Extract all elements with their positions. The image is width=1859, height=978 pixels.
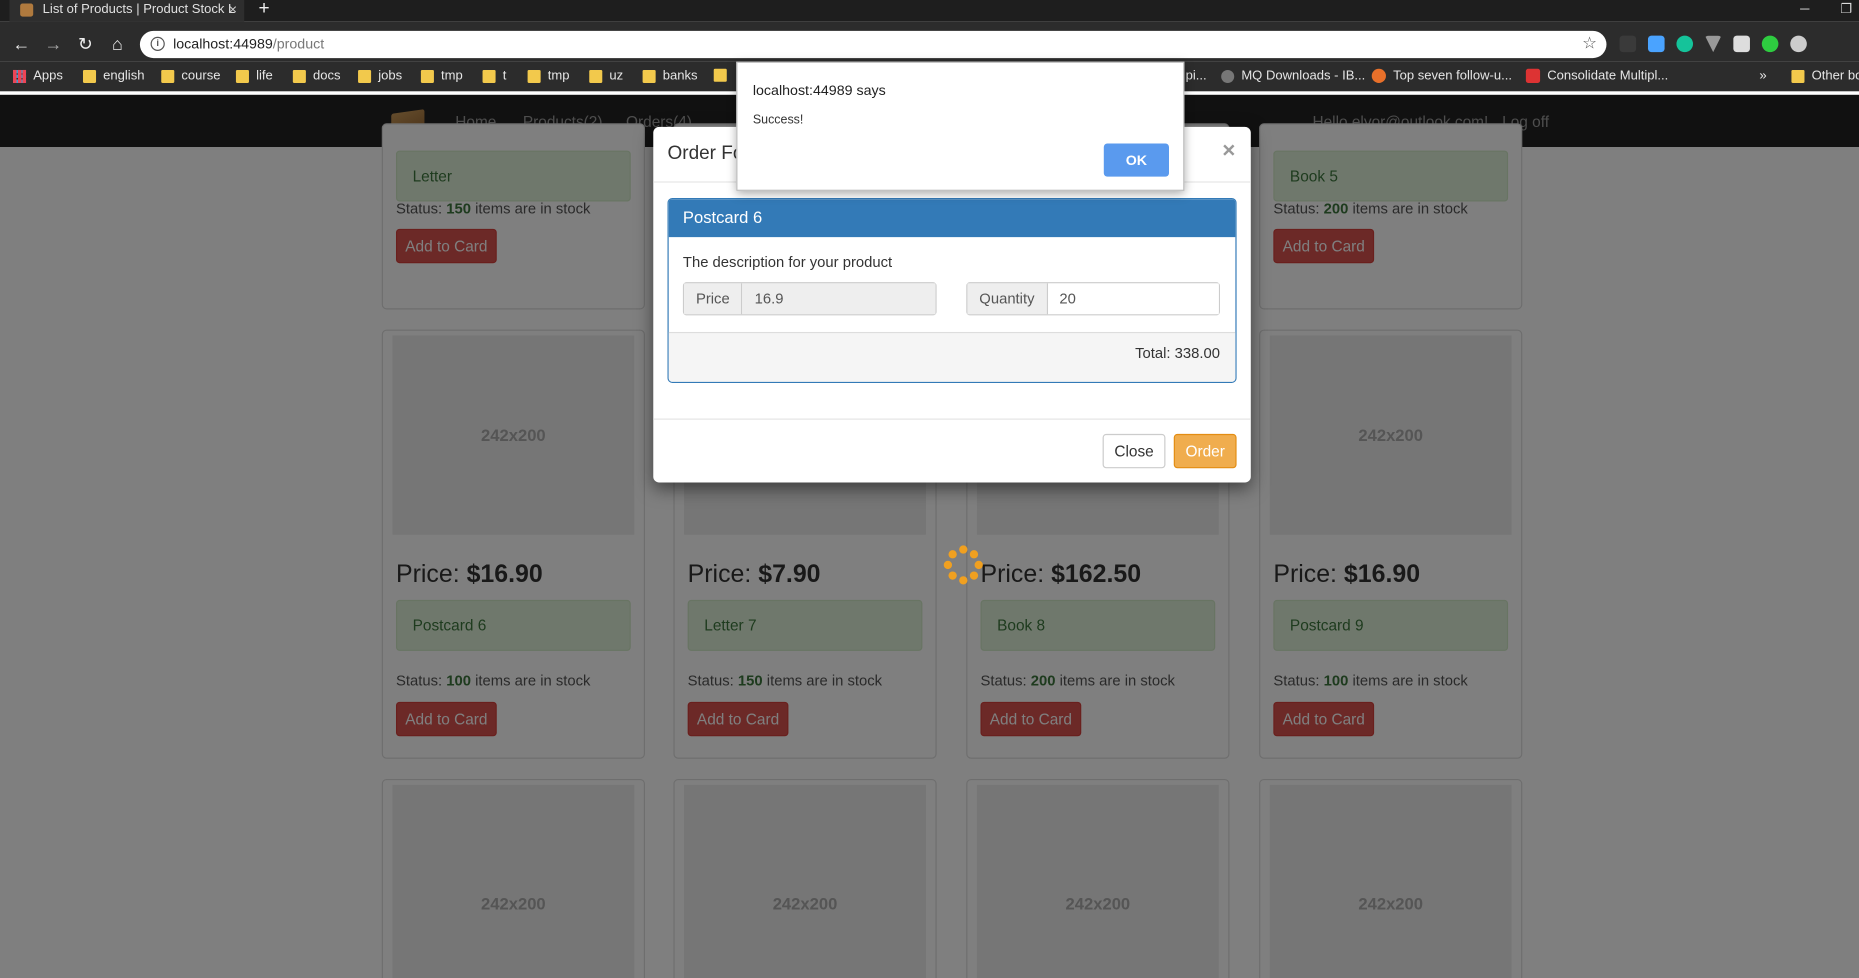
divider — [653, 418, 1251, 420]
bookmark-folder[interactable]: life — [235, 69, 273, 83]
product-panel: Postcard 6 The description for your prod… — [667, 197, 1237, 383]
window-controls: ─ ❐ — [1800, 0, 1859, 21]
bookmark-apps[interactable]: Apps — [13, 69, 63, 83]
folder-icon — [713, 68, 727, 82]
bookmark-folder[interactable]: t — [482, 69, 506, 83]
tab-title: List of Products | Product Stock L — [42, 2, 236, 17]
folder-icon — [161, 69, 175, 83]
other-bookmarks[interactable]: Other bo — [1791, 69, 1859, 83]
bookmark-folder[interactable]: uz — [589, 69, 623, 83]
alert-ok-button[interactable]: OK — [1103, 143, 1170, 177]
chat-extension-icon[interactable] — [1761, 35, 1779, 53]
folder-icon — [642, 69, 656, 83]
folder-icon — [358, 69, 372, 83]
alert-dialog: localhost:44989 says Success! OK — [736, 61, 1185, 191]
bookmark-folder[interactable]: banks — [642, 69, 698, 83]
bookmark-folder[interactable]: docs — [292, 69, 341, 83]
bookmark-folder[interactable]: english — [82, 69, 144, 83]
bookmark-folder[interactable]: course — [161, 69, 221, 83]
bookmark-folder[interactable]: jobs — [358, 69, 402, 83]
bookmark-folder[interactable]: tmp — [527, 69, 569, 83]
order-button[interactable]: Order — [1173, 433, 1237, 469]
bookmark-folder[interactable]: tmp — [420, 69, 463, 83]
minimize-icon[interactable]: ─ — [1800, 0, 1809, 21]
panel-title: Postcard 6 — [668, 199, 1236, 238]
page-icon — [1525, 68, 1541, 83]
bookmarks-overflow-icon[interactable]: » — [1759, 69, 1766, 83]
folder-icon — [420, 69, 434, 83]
folder-icon — [589, 69, 603, 83]
cloud-extension-icon[interactable] — [1647, 35, 1665, 53]
grammarly-icon[interactable] — [1676, 35, 1694, 53]
quantity-field[interactable]: 20 — [1047, 283, 1219, 315]
folder-icon — [82, 69, 97, 83]
price-label: Price — [684, 283, 743, 315]
s-icon — [1371, 68, 1386, 83]
close-button[interactable]: Close — [1102, 433, 1166, 469]
folder-icon — [292, 69, 306, 83]
url-path: /product — [272, 35, 325, 53]
react-devtools-icon[interactable] — [1790, 35, 1807, 53]
tab-close-icon[interactable]: × — [229, 0, 237, 20]
ibm-icon — [1221, 69, 1235, 83]
browser-tab[interactable]: List of Products | Product Stock L × — [9, 0, 245, 22]
extension-icon[interactable] — [1619, 35, 1637, 53]
bookmark-folder[interactable] — [713, 68, 727, 82]
folder-icon — [1791, 69, 1805, 83]
folder-icon — [527, 69, 541, 83]
folder-icon — [235, 69, 249, 83]
modal-title: Order Fo — [667, 143, 744, 164]
address-bar[interactable]: i localhost:44989/product ☆ — [139, 30, 1607, 59]
alert-origin: localhost:44989 says — [752, 81, 886, 99]
product-description: The description for your product — [682, 253, 893, 271]
new-tab-button[interactable]: + — [258, 0, 269, 20]
folder-icon — [482, 69, 496, 83]
quantity-label: Quantity — [967, 283, 1048, 315]
price-field: 16.9 — [742, 283, 936, 315]
bookmark-star-icon[interactable]: ☆ — [1582, 33, 1597, 53]
quantity-input-group: Quantity 20 — [966, 282, 1220, 316]
tab-strip — [0, 0, 1859, 22]
order-total: Total: 338.00 — [1135, 345, 1220, 362]
loading-spinner-icon — [943, 545, 984, 585]
bookmark-partial[interactable]: pi... — [1186, 69, 1207, 83]
restore-icon[interactable]: ❐ — [1840, 0, 1852, 21]
extension-icons — [1619, 35, 1807, 53]
jb-extension-icon[interactable] — [1733, 35, 1750, 53]
back-icon[interactable]: ← — [11, 34, 32, 55]
forward-icon[interactable]: → — [43, 34, 64, 55]
vue-devtools-icon[interactable] — [1704, 35, 1722, 53]
bookmark-consolidate[interactable]: Consolidate Multipl... — [1525, 68, 1668, 83]
price-input-group: Price 16.9 — [682, 282, 937, 316]
alert-message: Success! — [752, 112, 804, 127]
url-host: localhost:44989 — [173, 35, 273, 53]
favicon-icon — [20, 3, 34, 17]
bookmark-top-seven[interactable]: Top seven follow-u... — [1371, 68, 1512, 83]
reload-icon[interactable]: ↻ — [75, 34, 96, 55]
home-icon[interactable]: ⌂ — [107, 34, 128, 55]
info-icon[interactable]: i — [150, 36, 165, 51]
panel-footer: Total: 338.00 — [668, 331, 1236, 382]
modal-close-icon[interactable]: × — [1222, 139, 1235, 165]
bookmark-mq-downloads[interactable]: MQ Downloads - IB... — [1221, 69, 1365, 83]
apps-grid-icon — [13, 69, 27, 83]
